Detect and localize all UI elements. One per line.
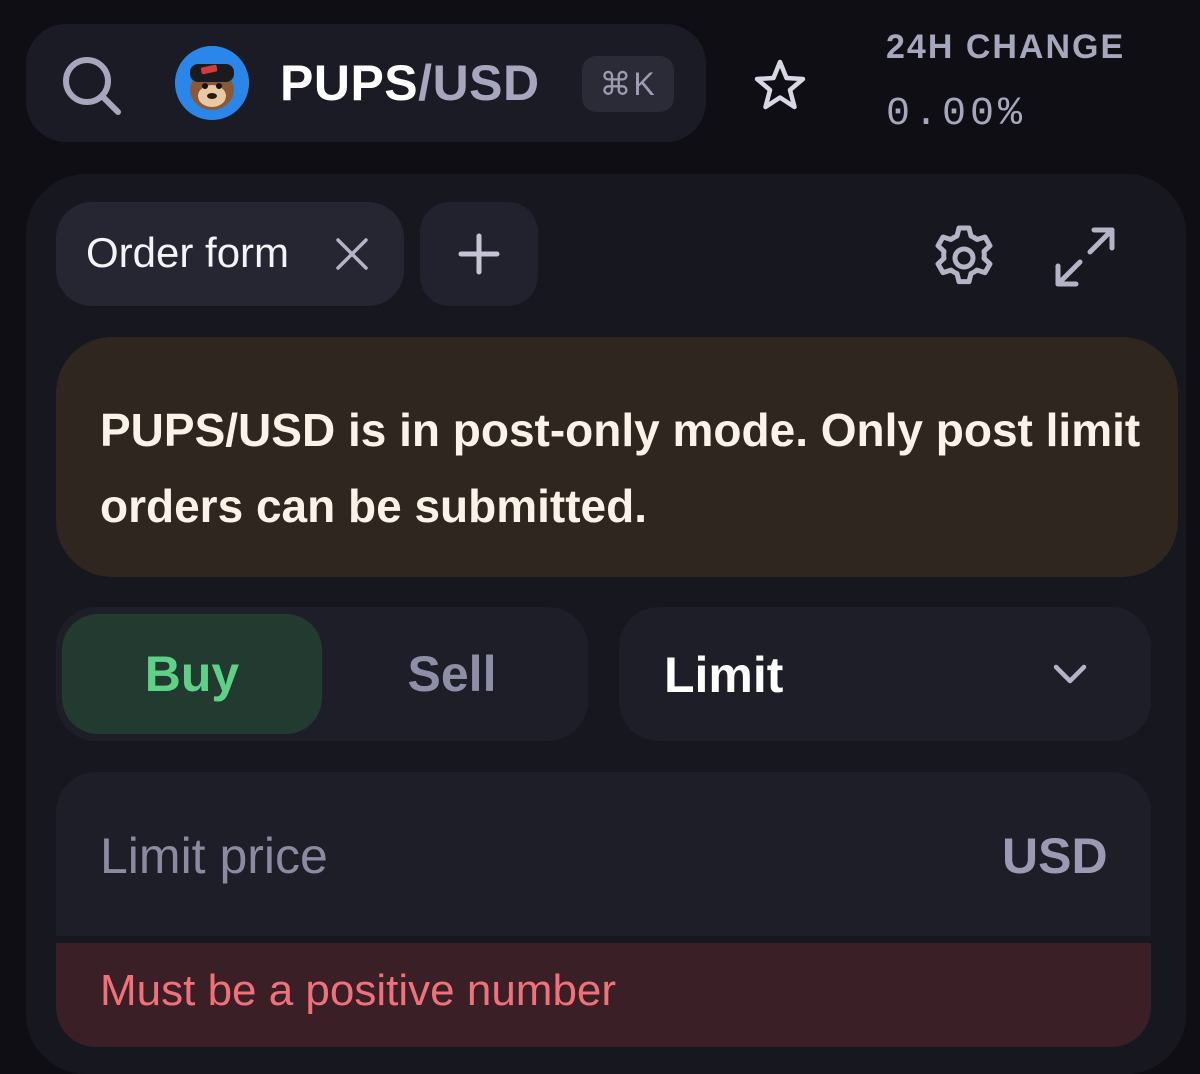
shortcut-badge: ⌘K xyxy=(582,56,674,112)
pair-separator: / xyxy=(418,55,433,111)
tab-label: Order form xyxy=(86,229,290,276)
change-label: 24H CHANGE xyxy=(886,28,1126,66)
buy-button[interactable]: Buy xyxy=(62,614,322,734)
pair-name[interactable]: PUPS/USD xyxy=(280,53,540,113)
pair-base: PUPS xyxy=(280,55,419,111)
sell-button[interactable]: Sell xyxy=(322,614,582,734)
chevron-down-icon xyxy=(1053,664,1087,684)
error-text: Must be a positive number xyxy=(100,966,617,1015)
star-icon[interactable] xyxy=(750,56,810,116)
gear-icon[interactable] xyxy=(928,222,1000,294)
order-type-value: Limit xyxy=(664,647,784,703)
close-icon[interactable] xyxy=(332,234,372,274)
pair-logo xyxy=(175,46,249,120)
search-icon[interactable] xyxy=(60,54,124,118)
expand-icon[interactable] xyxy=(1050,222,1120,292)
add-tab-button[interactable] xyxy=(420,202,538,306)
change-value: 0.00% xyxy=(886,92,1027,137)
limit-price-unit: USD xyxy=(1002,828,1108,884)
limit-price-placeholder: Limit price xyxy=(100,828,328,884)
plus-icon xyxy=(458,233,500,275)
warning-text: PUPS/USD is in post-only mode. Only post… xyxy=(100,404,1141,532)
pair-quote: USD xyxy=(432,55,540,111)
